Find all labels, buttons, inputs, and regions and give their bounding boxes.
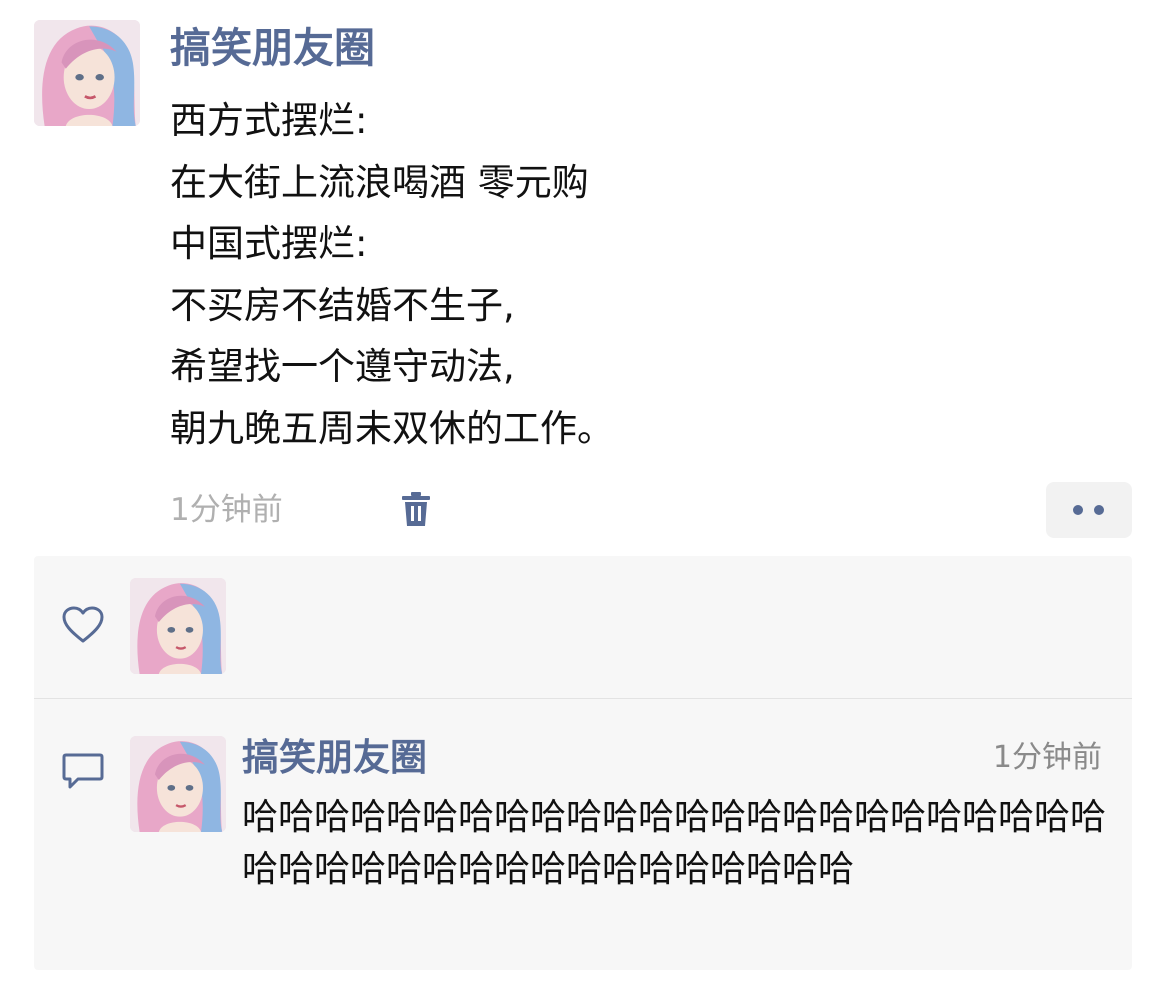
heart-icon bbox=[62, 606, 104, 644]
interaction-panel: 搞笑朋友圈 1分钟前 哈哈哈哈哈哈哈哈哈哈哈哈哈哈哈哈哈哈哈哈哈哈哈哈哈哈哈哈哈… bbox=[34, 556, 1132, 970]
more-dots-icon bbox=[1094, 505, 1104, 515]
trash-icon[interactable] bbox=[401, 492, 431, 528]
post-line: 朝九晚五周未双休的工作。 bbox=[170, 406, 614, 450]
more-dots-icon bbox=[1073, 505, 1083, 515]
commenter-avatar[interactable] bbox=[130, 736, 226, 832]
avatar-image bbox=[130, 736, 226, 832]
post-line: 在大街上流浪喝酒 零元购 bbox=[170, 160, 589, 204]
post-line: 不买房不结婚不生子, bbox=[170, 283, 515, 327]
post-timestamp: 1分钟前 bbox=[170, 492, 283, 528]
comment-text[interactable]: 哈哈哈哈哈哈哈哈哈哈哈哈哈哈哈哈哈哈哈哈哈哈哈哈哈哈哈哈哈哈哈哈哈哈哈哈哈哈哈哈… bbox=[242, 792, 1122, 896]
post-line: 中国式摆烂: bbox=[170, 222, 368, 265]
post-content: 西方式摆烂: 在大街上流浪喝酒 零元购 中国式摆烂: 不买房不结婚不生子, 希望… bbox=[170, 90, 990, 459]
more-options-button[interactable] bbox=[1046, 482, 1132, 538]
divider bbox=[34, 698, 1132, 699]
avatar-image bbox=[34, 20, 140, 126]
post-line: 希望找一个遵守动法, bbox=[170, 345, 515, 388]
comment-timestamp: 1分钟前 bbox=[992, 740, 1102, 775]
post-author-name[interactable]: 搞笑朋友圈 bbox=[170, 20, 375, 76]
author-avatar[interactable] bbox=[34, 20, 140, 126]
comment-icon bbox=[62, 752, 104, 790]
likes-row bbox=[34, 556, 1132, 698]
comment-author-name[interactable]: 搞笑朋友圈 bbox=[242, 732, 427, 784]
avatar-image bbox=[130, 578, 226, 674]
liker-avatar[interactable] bbox=[130, 578, 226, 674]
post-line: 西方式摆烂: bbox=[170, 99, 368, 142]
